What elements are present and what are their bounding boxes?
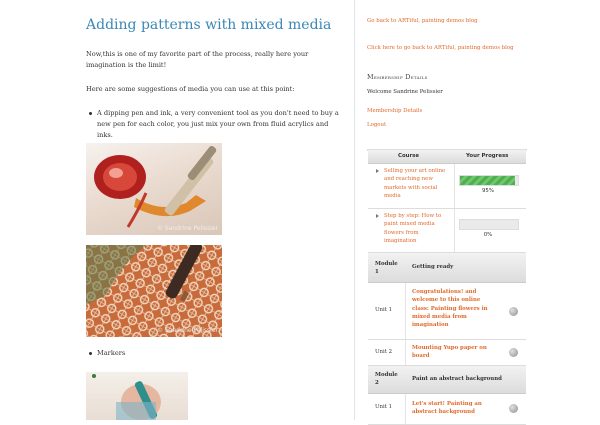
module-title: Paint an abstract background <box>412 376 502 382</box>
unit-label: Unit 1 <box>375 307 393 313</box>
membership-heading: Membership Details <box>367 73 428 81</box>
markers-photo <box>86 372 188 420</box>
membership-details-link[interactable]: Membership Details <box>367 108 422 114</box>
cell-divider <box>454 164 455 208</box>
course-row: Step by step: How to paint mixed media f… <box>368 209 526 253</box>
unit-label: Unit 2 <box>375 349 393 355</box>
photo-watermark-2: © Sandrine Pelissier <box>156 327 218 334</box>
unit-label: Unit 1 <box>375 404 393 410</box>
unit-status-icon <box>509 307 518 316</box>
course-progress-table: Course Your Progress Selling your art on… <box>367 149 527 425</box>
unit-link[interactable]: Let's start! Painting an abstract backgr… <box>412 400 498 417</box>
markers-illustration <box>92 374 161 420</box>
list-item: A dipping pen and ink, a very convenient… <box>89 108 342 141</box>
module-label: Module 2 <box>375 372 398 386</box>
course-column-header: Course <box>398 153 420 159</box>
unit-status-icon <box>509 404 518 413</box>
photo-watermark: © Sandrine Pelissier <box>156 225 218 232</box>
unit-link[interactable]: Mounting Yupo paper on board <box>412 344 498 361</box>
module-label: Module 1 <box>375 261 398 275</box>
marker-pattern-illustration <box>86 245 222 337</box>
module-title: Getting ready <box>412 264 454 270</box>
module-row: Module 2 Paint an abstract background <box>368 366 526 394</box>
cell-divider <box>405 283 406 339</box>
column-divider <box>354 0 355 420</box>
list-item-text: Markers <box>97 349 126 357</box>
expand-arrow-icon[interactable] <box>376 169 379 173</box>
post-title: Adding patterns with mixed media <box>86 17 332 33</box>
course-link[interactable]: Step by step: How to paint mixed media f… <box>384 212 446 245</box>
welcome-text: Welcome Sandrine Pelissier <box>367 89 443 95</box>
marker-pattern-photo: © Sandrine Pelissier <box>86 245 222 337</box>
progress-bar <box>459 219 519 230</box>
progress-percent: 0% <box>483 232 493 238</box>
cell-divider <box>454 209 455 252</box>
unit-row: Unit 1 Let's start! Painting an abstract… <box>368 394 526 425</box>
unit-link[interactable]: Congratulations! and welcome to this onl… <box>412 288 498 329</box>
module-row: Module 1 Getting ready <box>368 253 526 283</box>
bullet-dot <box>89 352 92 355</box>
logout-link[interactable]: Logout <box>367 122 386 128</box>
bullet-dot <box>89 112 92 115</box>
unit-status-icon <box>509 348 518 357</box>
course-row: Selling your art online and reaching new… <box>368 164 526 209</box>
course-link[interactable]: Selling your art online and reaching new… <box>384 167 446 200</box>
progress-column-header: Your Progress <box>466 153 509 159</box>
unit-row: Unit 2 Mounting Yupo paper on board <box>368 340 526 366</box>
ink-pen-illustration <box>94 145 217 228</box>
progress-percent: 95% <box>482 188 494 194</box>
expand-arrow-icon[interactable] <box>376 214 379 218</box>
list-item-text: A dipping pen and ink, a very convenient… <box>97 109 339 139</box>
progress-bar-fill <box>460 176 516 185</box>
table-header: Course Your Progress <box>368 150 526 164</box>
back-to-blog-link[interactable]: Go back to ARTiful, painting demos blog <box>367 18 478 24</box>
ink-pen-photo: © Sandrine Pelissier <box>86 143 222 235</box>
list-item: Markers <box>89 348 342 359</box>
back-to-blog-link-2[interactable]: Click here to go back to ARTiful, painti… <box>367 45 514 51</box>
unit-row: Unit 1 Congratulations! and welcome to t… <box>368 283 526 340</box>
cell-divider <box>405 340 406 365</box>
suggestions-paragraph: Here are some suggestions of media you c… <box>86 85 295 93</box>
progress-bar <box>459 175 519 186</box>
intro-paragraph: Now,this is one of my favorite part of t… <box>86 50 309 69</box>
